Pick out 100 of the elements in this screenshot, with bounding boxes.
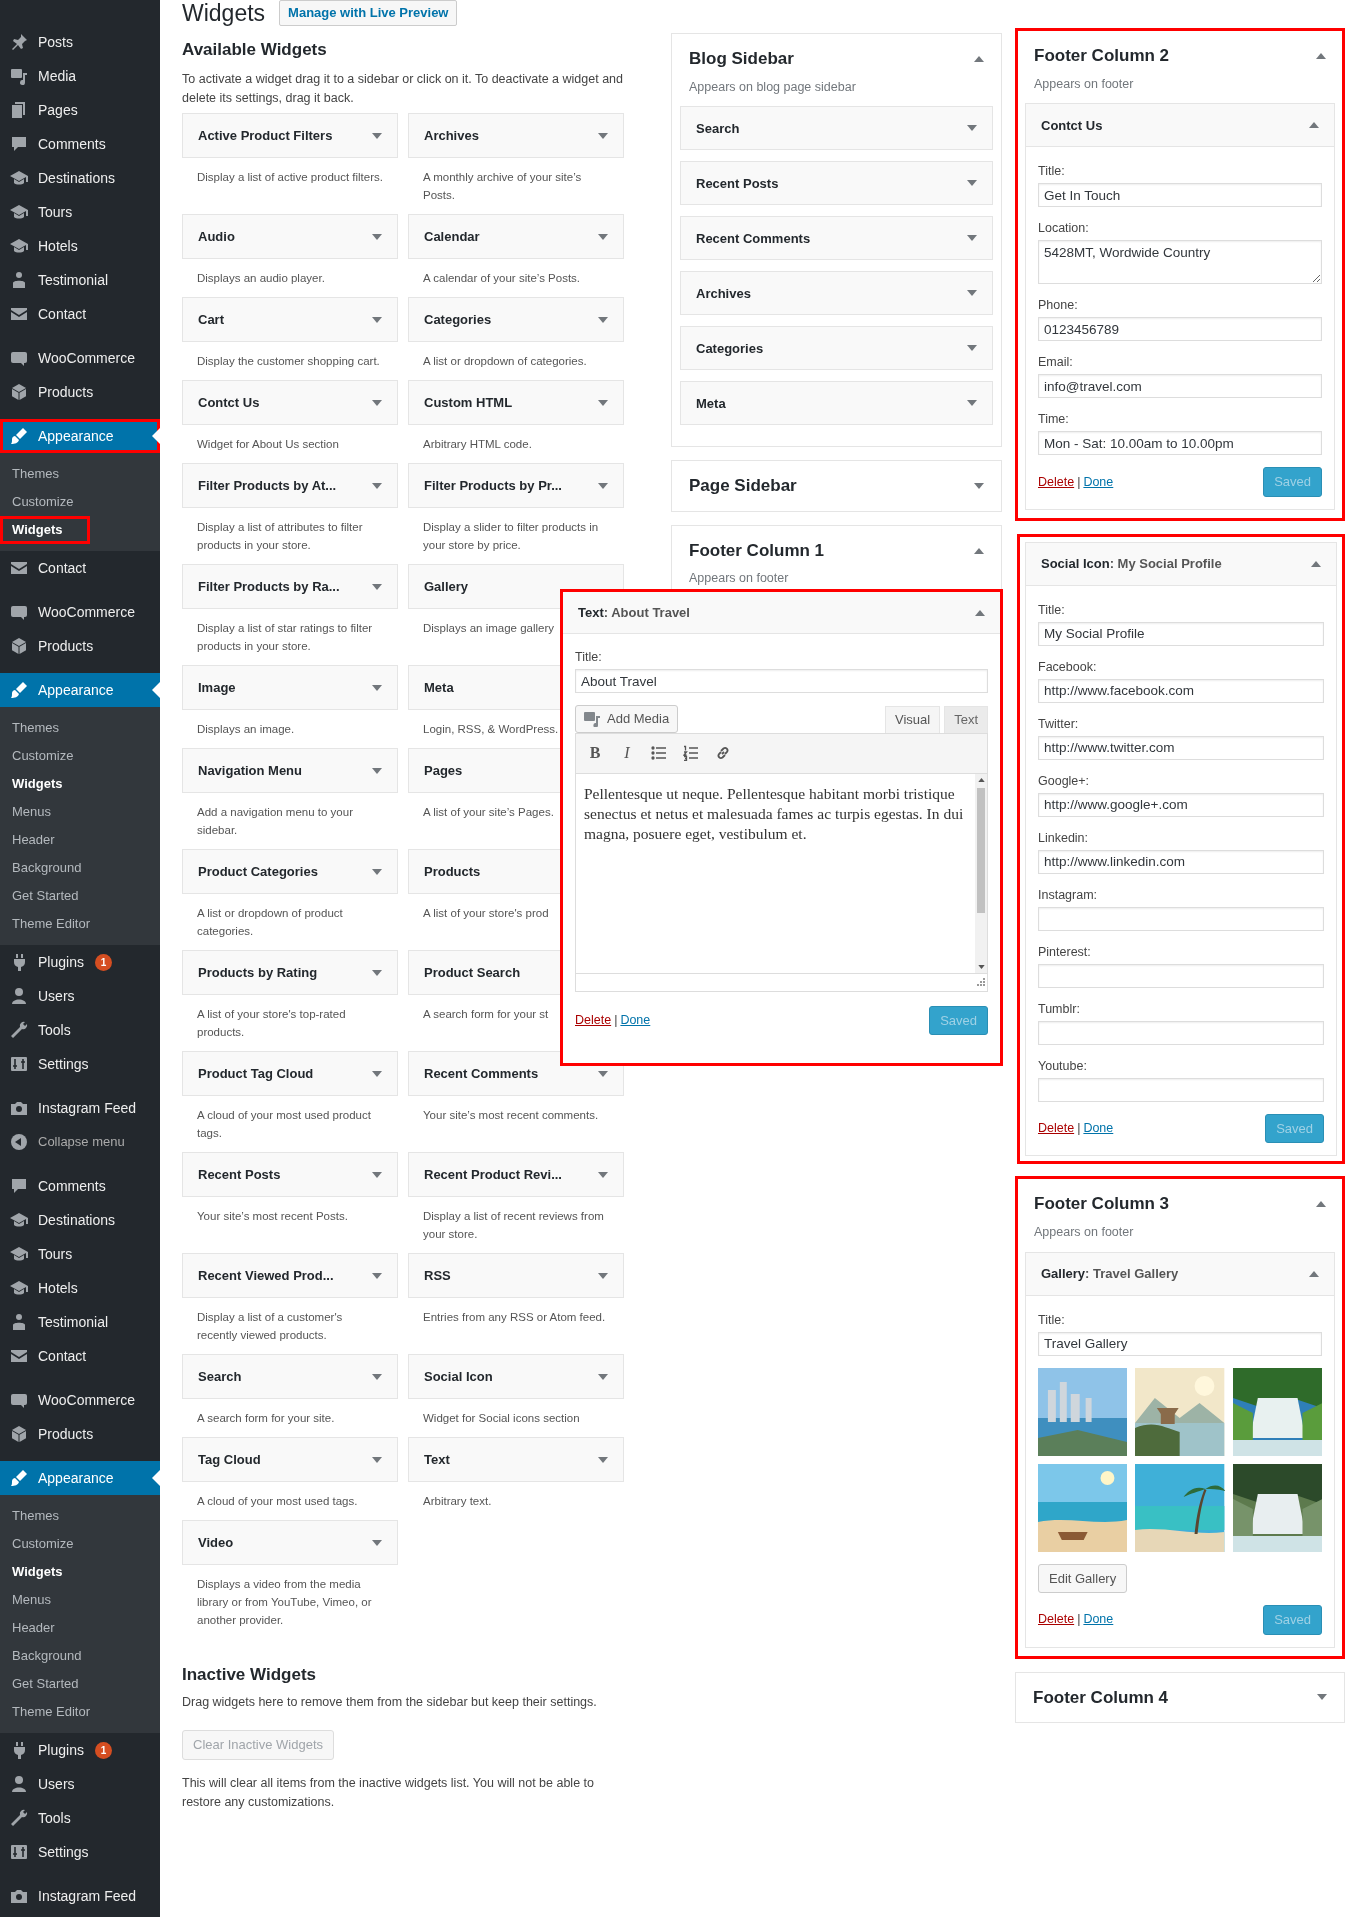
widget-title-bar[interactable]: RSS (408, 1253, 624, 1298)
submenu-item[interactable]: Theme Editor (0, 910, 160, 938)
menu-item[interactable]: Settings (0, 1835, 160, 1869)
widget-title-bar[interactable]: Meta (680, 381, 993, 426)
widget-title-bar[interactable]: Contct Us (1026, 104, 1334, 148)
menu-item[interactable]: Tours (0, 1237, 160, 1271)
menu-item[interactable]: Media (0, 59, 160, 93)
widget-title-bar[interactable]: Recent Comments (680, 216, 993, 261)
text-area[interactable]: 5428MT, Wordwide Country (1038, 240, 1322, 285)
scroll-down-icon[interactable] (977, 964, 985, 969)
submenu-item[interactable]: Themes (0, 460, 160, 488)
caret-down-icon[interactable] (372, 1456, 382, 1463)
widget-title-bar[interactable]: Search (680, 106, 993, 151)
caret-down-icon[interactable] (372, 482, 382, 489)
menu-item[interactable]: Appearance (0, 673, 160, 707)
caret-down-icon[interactable] (372, 868, 382, 875)
menu-item[interactable]: Hotels (0, 229, 160, 263)
caret-up-icon[interactable] (1316, 52, 1326, 59)
caret-down-icon[interactable] (598, 316, 608, 323)
menu-item[interactable]: Appearance (0, 419, 160, 453)
widget-title-bar[interactable]: Products by Rating (182, 950, 398, 995)
widget-title-bar[interactable]: Navigation Menu (182, 748, 398, 793)
caret-down-icon[interactable] (598, 1272, 608, 1279)
widget-title-bar[interactable]: Recent Posts (680, 161, 993, 206)
caret-down-icon[interactable] (598, 1171, 608, 1178)
caret-down-icon[interactable] (372, 1539, 382, 1546)
widget-title-bar[interactable]: Recent Posts (182, 1152, 398, 1197)
widget-editor-dialog[interactable] (560, 589, 1003, 1066)
scrollbar[interactable] (975, 773, 987, 973)
caret-down-icon[interactable] (372, 1272, 382, 1279)
submenu-item[interactable]: Customize (0, 742, 160, 770)
caret-up-icon[interactable] (1309, 1270, 1319, 1277)
submenu-item[interactable]: Widgets (0, 770, 160, 798)
menu-item[interactable]: Contact (0, 551, 160, 585)
caret-down-icon[interactable] (372, 1373, 382, 1380)
menu-item[interactable]: Contact (0, 1339, 160, 1373)
scroll-up-icon[interactable] (977, 777, 985, 782)
widget-title-bar[interactable]: Archives (680, 271, 993, 316)
menu-item[interactable]: Tools (0, 1801, 160, 1835)
menu-item[interactable]: WooCommerce (0, 1383, 160, 1417)
caret-down-icon[interactable] (967, 400, 977, 407)
caret-down-icon[interactable] (967, 180, 977, 187)
caret-up-icon[interactable] (975, 609, 985, 616)
submenu-item[interactable]: Get Started (0, 882, 160, 910)
add-media-button[interactable]: Add Media (575, 705, 679, 733)
widget-title-bar[interactable]: Filter Products by Pr... (408, 463, 624, 508)
input-field[interactable]: Travel Gallery (1038, 1331, 1322, 1356)
caret-down-icon[interactable] (372, 233, 382, 240)
widget-title-bar[interactable]: Audio (182, 214, 398, 259)
submenu-item[interactable]: Background (0, 1642, 160, 1670)
menu-item[interactable]: Users (0, 1767, 160, 1801)
menu-item[interactable]: Instagram Feed (0, 1879, 160, 1913)
caret-up-icon[interactable] (1309, 122, 1319, 129)
submenu-item[interactable]: Menus (0, 1586, 160, 1614)
widget-title-bar[interactable]: Filter Products by At... (182, 463, 398, 508)
input-field[interactable]: 0123456789 (1038, 317, 1322, 342)
caret-down-icon[interactable] (598, 1070, 608, 1077)
caret-down-icon[interactable] (372, 969, 382, 976)
caret-down-icon[interactable] (372, 767, 382, 774)
live-preview-button[interactable]: Manage with Live Preview (279, 0, 458, 26)
menu-item[interactable]: Destinations (0, 1203, 160, 1237)
delete-link[interactable]: Delete (1038, 1119, 1075, 1138)
input-field[interactable]: info@travel.com (1038, 374, 1322, 399)
caret-down-icon[interactable] (372, 132, 382, 139)
submenu-item[interactable]: Theme Editor (0, 1698, 160, 1726)
submenu-item[interactable]: Themes (0, 714, 160, 742)
widget-title-bar[interactable]: Custom HTML (408, 380, 624, 425)
input-field[interactable] (1038, 906, 1324, 931)
done-link[interactable]: Done (1083, 1610, 1114, 1630)
delete-link[interactable]: Delete (575, 1010, 612, 1030)
caret-up-icon[interactable] (1316, 1201, 1326, 1207)
input-field[interactable]: My Social Profile (1038, 621, 1324, 646)
menu-item[interactable]: Collapse menu (0, 1125, 160, 1159)
submenu-item[interactable]: Menus (0, 798, 160, 826)
input-field[interactable] (1038, 963, 1324, 988)
widget-title-bar[interactable]: Recent Product Revi... (408, 1152, 624, 1197)
menu-item[interactable]: Testimonial (0, 263, 160, 297)
input-field[interactable]: Get In Touch (1038, 183, 1322, 208)
widget-title-bar[interactable]: Active Product Filters (182, 113, 398, 158)
submenu-item[interactable]: Customize (0, 488, 160, 516)
menu-item[interactable]: Products (0, 629, 160, 663)
caret-down-icon[interactable] (967, 235, 977, 242)
caret-down-icon[interactable] (598, 132, 608, 139)
input-field[interactable]: About Travel (575, 669, 988, 693)
menu-item[interactable]: Contact (0, 297, 160, 331)
caret-down-icon[interactable] (598, 399, 608, 406)
editor-tab[interactable]: Text (944, 706, 988, 733)
menu-item[interactable]: WooCommerce (0, 341, 160, 375)
caret-down-icon[interactable] (372, 1171, 382, 1178)
widget-title-bar[interactable]: Tag Cloud (182, 1437, 398, 1482)
submenu-item[interactable]: Background (0, 854, 160, 882)
widget-title-bar[interactable]: Categories (408, 297, 624, 342)
caret-down-icon[interactable] (372, 684, 382, 691)
delete-link[interactable]: Delete (1038, 1610, 1075, 1630)
caret-down-icon[interactable] (1317, 1694, 1327, 1701)
menu-item[interactable]: Tools (0, 1013, 160, 1047)
input-field[interactable]: Mon - Sat: 10.00am to 10.00pm (1038, 431, 1322, 456)
widget-title-bar[interactable]: Social Icon: My Social Profile (1026, 542, 1336, 586)
submenu-item[interactable]: Customize (0, 1530, 160, 1558)
edit-gallery-button[interactable]: Edit Gallery (1038, 1563, 1128, 1593)
